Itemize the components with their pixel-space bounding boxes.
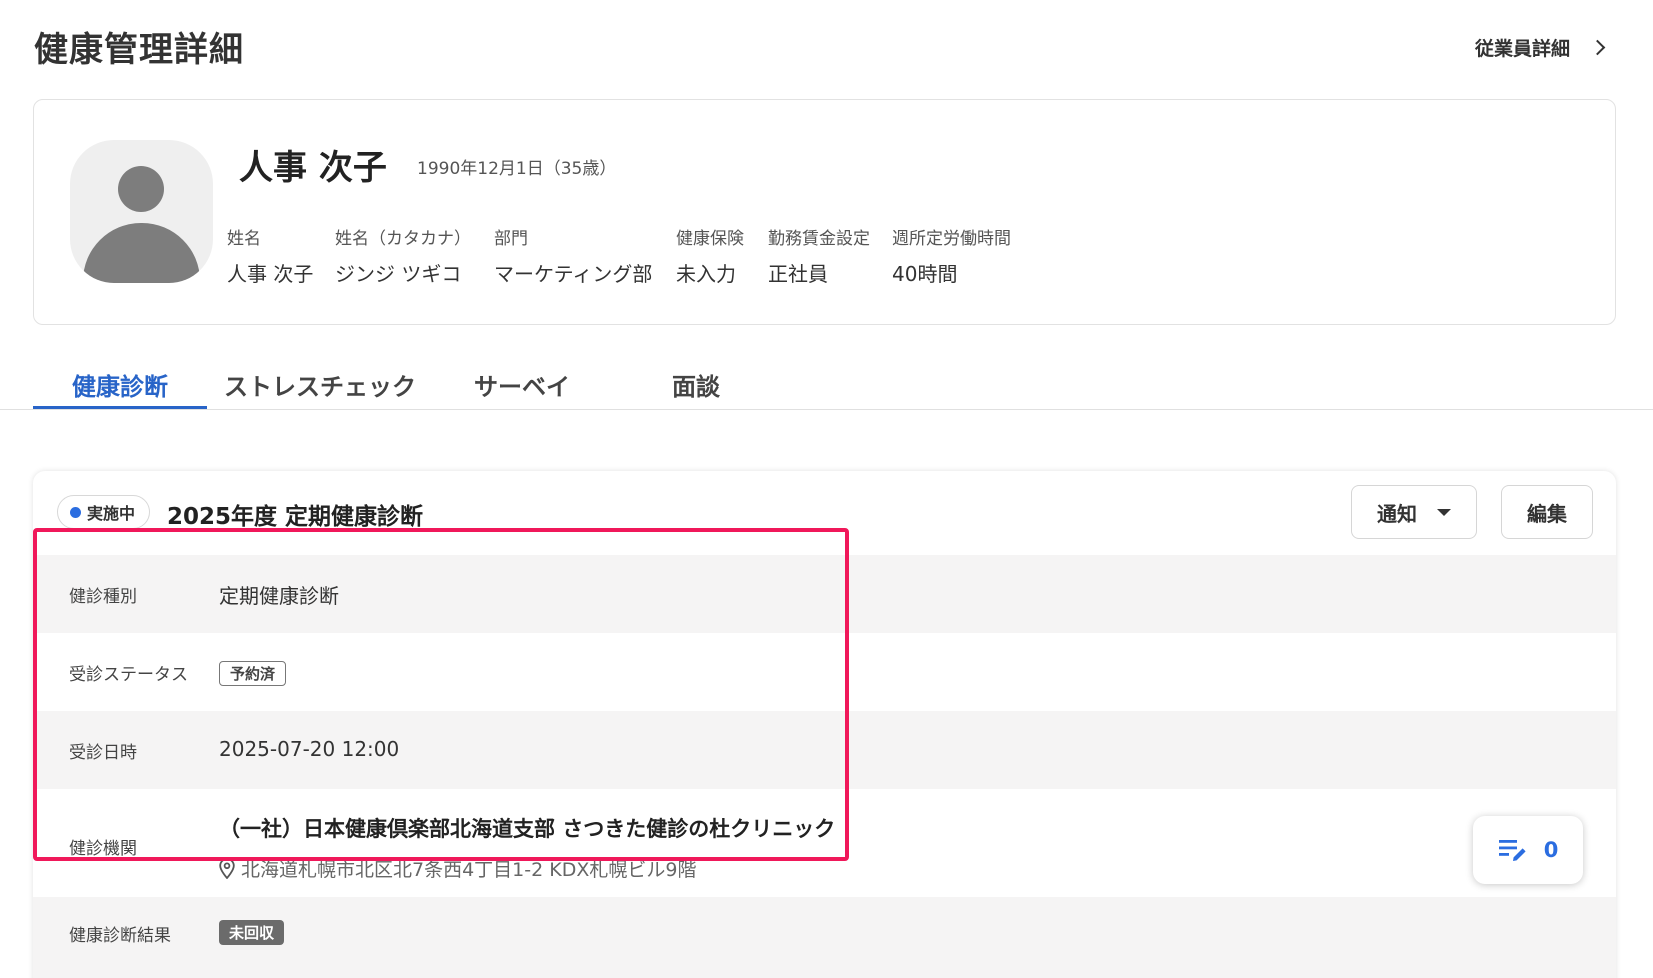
row-value: 定期健康診断 bbox=[219, 584, 339, 608]
row-value: （一社）日本健康倶楽部北海道支部 さつきた健診の杜クリニック 北海道札幌市北区北… bbox=[219, 813, 835, 882]
field-label: 部門 bbox=[494, 229, 528, 249]
row-label: 健診機関 bbox=[69, 839, 137, 859]
memo-button[interactable]: 0 bbox=[1473, 816, 1583, 884]
row-value: 予約済 bbox=[219, 660, 287, 686]
employee-name: 人事 次子 bbox=[239, 148, 387, 188]
row-label: 健診種別 bbox=[69, 587, 137, 607]
status-badge: 実施中 bbox=[57, 495, 151, 529]
tabs-divider bbox=[0, 409, 1653, 410]
caret-down-icon bbox=[1437, 508, 1451, 516]
row-label: 健康診断結果 bbox=[69, 926, 171, 946]
field-value: 未入力 bbox=[676, 262, 736, 286]
notify-dropdown-button[interactable]: 通知 bbox=[1351, 485, 1477, 539]
field-value: 40時間 bbox=[892, 262, 958, 286]
tab-survey[interactable]: サーベイ bbox=[474, 367, 570, 402]
field-full-name: 姓名 人事 次子 bbox=[227, 224, 313, 287]
status-dot-icon bbox=[70, 506, 81, 518]
row-exam-status: 受診ステータス 予約済 bbox=[33, 633, 1616, 711]
health-checkup-card: 実施中 2025年度 定期健康診断 通知 編集 健診種別 定期健康診断 受診ステ… bbox=[33, 471, 1616, 978]
field-label: 健康保険 bbox=[676, 229, 744, 249]
employee-detail-link[interactable]: 従業員詳細 bbox=[1475, 34, 1609, 61]
avatar-body-shape bbox=[83, 223, 200, 283]
tab-stress-check[interactable]: ストレスチェック bbox=[224, 367, 416, 402]
clinic-name: （一社）日本健康倶楽部北海道支部 さつきた健診の杜クリニック bbox=[219, 817, 836, 841]
field-value: ジンジ ツギコ bbox=[335, 262, 462, 286]
field-label: 姓名（カタカナ） bbox=[335, 229, 471, 249]
field-value: 人事 次子 bbox=[227, 262, 314, 286]
field-label: 週所定労働時間 bbox=[892, 229, 1011, 249]
avatar-head-shape bbox=[118, 166, 164, 212]
employee-birthdate: 1990年12月1日（35歳） bbox=[417, 159, 617, 179]
avatar bbox=[70, 140, 213, 283]
field-weekly-hours: 週所定労働時間 40時間 bbox=[892, 224, 1011, 287]
active-tab-indicator bbox=[33, 406, 207, 409]
field-wage-setting: 勤務賃金設定 正社員 bbox=[768, 224, 870, 287]
status-label: 実施中 bbox=[87, 504, 136, 523]
location-pin-icon bbox=[219, 858, 235, 879]
employee-detail-label: 従業員詳細 bbox=[1474, 38, 1570, 60]
exam-title: 2025年度 定期健康診断 bbox=[167, 504, 424, 530]
row-label: 受診ステータス bbox=[69, 665, 188, 685]
clinic-address-text: 北海道札幌市北区北7条西4丁目1-2 KDX札幌ビル9階 bbox=[241, 859, 697, 881]
field-department: 部門 マーケティング部 bbox=[494, 224, 652, 287]
edit-button[interactable]: 編集 bbox=[1501, 485, 1593, 539]
row-value: 未回収 bbox=[219, 919, 285, 945]
row-label: 受診日時 bbox=[69, 743, 137, 763]
page-title: 健康管理詳細 bbox=[34, 30, 244, 70]
row-exam-type: 健診種別 定期健康診断 bbox=[33, 555, 1616, 633]
row-exam-clinic: 健診機関 （一社）日本健康倶楽部北海道支部 さつきた健診の杜クリニック 北海道札… bbox=[33, 789, 1616, 897]
field-full-name-kana: 姓名（カタカナ） ジンジ ツギコ bbox=[335, 224, 471, 287]
clinic-address: 北海道札幌市北区北7条西4丁目1-2 KDX札幌ビル9階 bbox=[219, 855, 835, 882]
tab-interview[interactable]: 面談 bbox=[672, 367, 720, 402]
profile-card: 人事 次子 1990年12月1日（35歳） 姓名 人事 次子 姓名（カタカナ） … bbox=[33, 99, 1616, 325]
result-status-tag: 未回収 bbox=[219, 920, 285, 945]
field-health-insurance: 健康保険 未入力 bbox=[676, 224, 744, 287]
edit-note-icon bbox=[1498, 840, 1526, 861]
field-label: 姓名 bbox=[227, 229, 261, 249]
reservation-status-tag: 予約済 bbox=[219, 661, 287, 686]
tab-health-checkup[interactable]: 健康診断 bbox=[72, 367, 168, 402]
memo-count: 0 bbox=[1543, 838, 1559, 862]
field-label: 勤務賃金設定 bbox=[768, 229, 870, 249]
row-exam-result: 健康診断結果 未回収 bbox=[33, 897, 1616, 978]
notify-button-label: 通知 bbox=[1377, 501, 1417, 526]
row-exam-datetime: 受診日時 2025-07-20 12:00 bbox=[33, 711, 1616, 789]
field-value: 正社員 bbox=[768, 262, 828, 286]
chevron-right-icon bbox=[1589, 39, 1606, 56]
field-value: マーケティング部 bbox=[494, 262, 653, 286]
row-value: 2025-07-20 12:00 bbox=[219, 737, 400, 761]
